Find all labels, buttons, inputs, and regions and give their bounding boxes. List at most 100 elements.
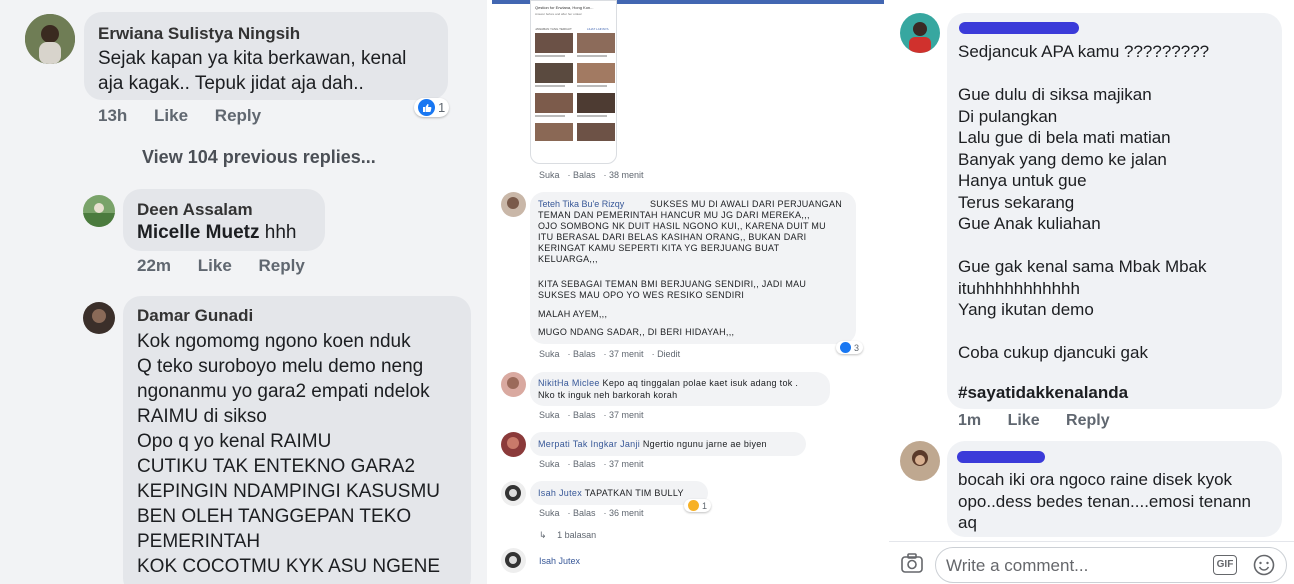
like-link[interactable]: Like xyxy=(1008,412,1040,429)
comment-text: NikitHa Miclee Kepo aq tinggalan polae k… xyxy=(538,378,798,389)
reaction-count[interactable]: 1 xyxy=(684,499,712,512)
comment-text: bocah iki ora ngoco raine disek kyok opo… xyxy=(958,470,1251,532)
emoji-icon[interactable] xyxy=(1253,554,1275,581)
avatar-commenter-2[interactable] xyxy=(900,441,940,481)
reply-link[interactable]: Balas xyxy=(573,349,596,359)
camera-icon[interactable] xyxy=(901,553,923,578)
like-link[interactable]: Like xyxy=(154,106,188,125)
like-link[interactable]: Like xyxy=(198,256,232,275)
comment-text: Sejak kapan ya kita berkawan, kenal aja … xyxy=(98,48,407,94)
comment-text-line2: Nko tk inguk neh barkorah korah xyxy=(538,390,678,400)
reply-link[interactable]: Balas xyxy=(573,508,596,518)
comment-time: 13h xyxy=(98,106,128,125)
tagged-user[interactable]: Micelle Muetz xyxy=(137,222,259,243)
avatar-damar[interactable] xyxy=(83,302,115,334)
comment-time: 36 menit xyxy=(609,508,644,518)
reply-link[interactable]: Reply xyxy=(215,106,261,125)
shared-post-title: Qestion for Erwiana, Hong Kon... xyxy=(535,5,594,10)
comment-bubble-erwiana: Erwiana Sulistya Ningsih Sejak kapan ya … xyxy=(84,12,448,100)
comment-actions: Suka · Balas · 37 menit · Diedit xyxy=(539,349,681,359)
comment-bubble-damar: Damar Gunadi Kok ngomomg ngono koen nduk… xyxy=(123,296,471,584)
comment-text: Kok ngomomg ngono koen nduk Q teko surob… xyxy=(137,331,440,577)
comment-text-inline: Ngertio ngunu jarne ae biyen xyxy=(640,439,767,449)
like-link[interactable]: Suka xyxy=(539,410,560,420)
comment-author[interactable]: Damar Gunadi xyxy=(137,306,253,326)
comment-text: Merpati Tak Ingkar Janji Ngertio ngunu j… xyxy=(538,439,767,450)
shared-post-preview[interactable]: Qestion for Erwiana, Hong Kon... Answer … xyxy=(530,0,617,164)
view-previous-replies-link[interactable]: View 104 previous replies... xyxy=(142,147,376,168)
edited-label[interactable]: Diedit xyxy=(657,349,680,359)
view-replies-link[interactable]: ↳ 1 balasan xyxy=(539,530,596,541)
avatar-teteh[interactable] xyxy=(501,192,526,217)
redacted-name xyxy=(959,22,1079,34)
reply-arrow-icon: ↳ xyxy=(539,530,547,540)
reply-link[interactable]: Reply xyxy=(1066,412,1110,429)
right-screenshot-panel: Sedjancuk APA kamu ????????? Gue dulu di… xyxy=(889,0,1294,584)
comment-time: 37 menit xyxy=(609,459,644,469)
comment-text-inline: Kepo aq tinggalan polae kaet isuk adang … xyxy=(599,378,799,388)
comment-bubble-nikitha: NikitHa Miclee Kepo aq tinggalan polae k… xyxy=(530,372,830,406)
hashtag-link[interactable]: #sayatidakkenalanda xyxy=(958,383,1128,403)
avatar-merpati[interactable] xyxy=(501,432,526,457)
reply-link[interactable]: Reply xyxy=(259,256,305,275)
reaction-number: 1 xyxy=(438,100,446,115)
reply-link[interactable]: Balas xyxy=(573,459,596,469)
comment-text-rest: hhh xyxy=(259,222,297,243)
reply-link[interactable]: Balas xyxy=(573,170,596,180)
comment-text: Micelle Muetz hhh xyxy=(137,220,296,245)
comment-time: 37 menit xyxy=(609,410,644,420)
like-link[interactable]: Suka xyxy=(539,349,560,359)
shared-post-subtitle: Answer before and after her ordeal xyxy=(535,12,582,16)
reaction-number: 1 xyxy=(702,500,708,511)
replies-count: 1 balasan xyxy=(557,530,597,540)
avatar-erwiana[interactable] xyxy=(25,14,75,64)
gif-icon[interactable]: GIF xyxy=(1213,555,1237,575)
comment-time: 1m xyxy=(958,412,982,429)
like-link[interactable]: Suka xyxy=(539,459,560,469)
comment-actions: Suka · Balas · 36 menit xyxy=(539,508,644,518)
comment-text-3: MALAH AYEM,,, xyxy=(538,309,608,319)
avatar-nikitha[interactable] xyxy=(501,372,526,397)
comment-time: 38 menit xyxy=(609,170,644,180)
gif-label: GIF xyxy=(1216,559,1234,570)
avatar-isah-2[interactable] xyxy=(501,548,526,573)
middle-screenshot-panel: Qestion for Erwiana, Hong Kon... Answer … xyxy=(492,0,884,584)
reaction-number: 3 xyxy=(854,342,860,353)
comment-author[interactable]: Erwiana Sulistya Ningsih xyxy=(98,24,300,44)
avatar-deen[interactable] xyxy=(83,195,115,227)
reaction-count[interactable]: 3 xyxy=(836,341,864,354)
comment-actions: Suka · Balas · 38 menit xyxy=(539,170,644,180)
comment-text-4: MUGO NDANG SADAR,, DI BERI HIDAYAH,,, xyxy=(538,327,735,337)
avatar-isah[interactable] xyxy=(501,481,526,506)
comment-text-2: KITA SEBAGAI TEMAN BMI BERJUANG SENDIRI,… xyxy=(538,279,807,300)
avatar-commenter-1[interactable] xyxy=(900,13,940,53)
comment-input-placeholder: Write a comment... xyxy=(946,556,1089,575)
comment-actions: 22m Like Reply xyxy=(137,256,327,276)
comment-author[interactable]: Isah Jutex xyxy=(539,556,580,566)
comment-time: 37 menit xyxy=(609,349,644,359)
comment-text: Isah Jutex TAPATKAN TIM BULLY xyxy=(538,488,684,499)
shared-post-tab-left: JAWABAN YANG TERKAIT xyxy=(535,27,572,31)
haha-icon xyxy=(688,500,699,511)
comment-actions: 1m Like Reply xyxy=(958,412,1132,430)
comment-bubble-right-1: Sedjancuk APA kamu ????????? Gue dulu di… xyxy=(947,13,1282,409)
comment-author[interactable]: Merpati Tak Ingkar Janji xyxy=(538,439,640,449)
comment-author[interactable]: Deen Assalam xyxy=(137,200,253,220)
comment-bubble-teteh: Teteh Tika Bu'e Rizqy SUKSES MU DI AWALI… xyxy=(530,192,856,344)
comment-bubble-right-2: bocah iki ora ngoco raine disek kyok opo… xyxy=(947,441,1282,537)
comment-author[interactable]: NikitHa Miclee xyxy=(538,378,600,388)
comment-text-inline: TAPATKAN TIM BULLY xyxy=(582,488,684,498)
comment-actions: Suka · Balas · 37 menit xyxy=(539,459,644,469)
comment-time: 22m xyxy=(137,256,172,275)
left-screenshot-panel: Erwiana Sulistya Ningsih Sejak kapan ya … xyxy=(0,0,487,584)
comment-composer: Write a comment... GIF xyxy=(889,541,1294,584)
like-link[interactable]: Suka xyxy=(539,508,560,518)
comment-text: Sedjancuk APA kamu ????????? Gue dulu di… xyxy=(958,42,1210,362)
redacted-name xyxy=(957,451,1045,463)
comment-bubble-isah: Isah Jutex TAPATKAN TIM BULLY xyxy=(530,481,708,505)
reaction-count[interactable]: 1 xyxy=(414,98,450,117)
comment-author[interactable]: Isah Jutex xyxy=(538,488,582,498)
reply-link[interactable]: Balas xyxy=(573,410,596,420)
like-link[interactable]: Suka xyxy=(539,170,560,180)
like-icon xyxy=(418,99,435,116)
